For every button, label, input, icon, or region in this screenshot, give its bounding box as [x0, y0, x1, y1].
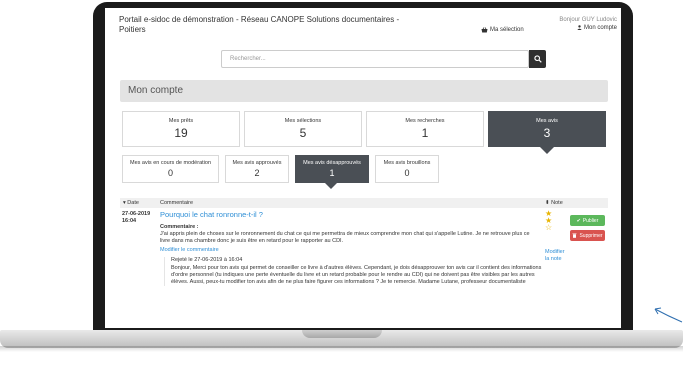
stat-label: Mes avis	[536, 118, 558, 124]
search-input[interactable]: Rechercher...	[221, 50, 529, 68]
publish-label: Publier	[582, 217, 599, 224]
my-selection-label: Ma sélection	[490, 27, 524, 33]
review-title-link[interactable]: Pourquoi le chat ronronne-t-il ?	[160, 210, 263, 219]
page-title: Mon compte	[120, 80, 608, 102]
browser-screen: Portail e-sidoc de démonstration - Résea…	[105, 8, 621, 328]
active-subtab-pointer	[325, 183, 337, 189]
stat-searches[interactable]: Mes recherches 1	[366, 111, 484, 147]
site-title[interactable]: Portail e-sidoc de démonstration - Résea…	[119, 15, 409, 35]
review-date-day: 27-06-2019	[122, 211, 151, 217]
sort-icon: ▾	[123, 200, 126, 206]
subtab-value: 0	[167, 168, 173, 178]
edit-comment-link[interactable]: Modifier le commentaire	[160, 247, 219, 253]
stat-value: 5	[299, 126, 307, 140]
basket-icon	[481, 27, 488, 33]
user-greeting: Bonjour GUY Ludovic	[559, 17, 617, 23]
rating-stars: ★ ★ ☆	[545, 210, 559, 232]
subtab-label: Mes avis désapprouvés	[303, 160, 361, 166]
review-date-time: 16:04	[122, 218, 137, 224]
subtab-disapproved[interactable]: Mes avis désapprouvés 1	[295, 155, 369, 183]
star-icon: ☆	[545, 223, 553, 232]
col-rating[interactable]: ⬍ Note	[545, 200, 563, 206]
subtab-label: Mes avis approuvés	[232, 160, 282, 166]
col-rating-label: Note	[551, 200, 563, 206]
stat-value: 3	[543, 126, 551, 140]
rejection-message: Rejeté le 27-06-2019 à 16:04 Bonjour, Me…	[164, 257, 542, 286]
user-box: Bonjour GUY Ludovic Mon compte	[541, 16, 617, 32]
my-selection-link[interactable]: Ma sélection	[481, 27, 524, 33]
table-row: 27-06-2019 16:04 Pourquoi le chat ronron…	[120, 209, 608, 321]
stat-value: 1	[421, 126, 429, 140]
search-icon	[533, 55, 542, 63]
review-date: 27-06-2019 16:04	[122, 211, 156, 225]
stat-loans[interactable]: Mes prêts 19	[122, 111, 240, 147]
col-date-label: Date	[127, 200, 139, 206]
active-tab-pointer	[540, 147, 554, 154]
delete-button[interactable]: Supprimer	[570, 230, 605, 241]
stat-value: 19	[174, 126, 188, 140]
delete-label: Supprimer	[579, 232, 603, 239]
subtab-value: 0	[404, 168, 410, 178]
sort-icon: ⬍	[545, 200, 550, 206]
stat-selections[interactable]: Mes sélections 5	[244, 111, 362, 147]
subtab-drafts[interactable]: Mes avis brouillons 0	[375, 155, 439, 183]
user-icon	[577, 24, 583, 30]
laptop-notch	[302, 330, 382, 338]
laptop-shadow	[0, 346, 683, 352]
stat-label: Mes sélections	[284, 118, 322, 124]
arrow-doodle	[654, 307, 683, 323]
subtab-approved[interactable]: Mes avis approuvés 2	[225, 155, 289, 183]
subtab-label: Mes avis brouillons	[383, 160, 431, 166]
my-account-label: Mon compte	[583, 25, 617, 31]
subtab-label: Mes avis en cours de modération	[129, 160, 211, 166]
stat-reviews[interactable]: Mes avis 3	[488, 111, 606, 147]
comment-text: J'ai appris plein de choses sur le ronro…	[160, 231, 530, 244]
check-icon: ✔	[576, 217, 581, 224]
col-date[interactable]: ▾ Date	[123, 200, 139, 206]
my-account-link[interactable]: Mon compte	[541, 24, 617, 32]
search-button[interactable]	[529, 50, 546, 68]
table-header: ▾ Date Commentaire ⬍ Note	[120, 198, 608, 208]
rejection-text: Bonjour, Merci pour ton avis qui permet …	[171, 265, 542, 285]
col-comment[interactable]: Commentaire	[160, 200, 193, 206]
edit-rating-link[interactable]: Modifier la note	[545, 249, 569, 263]
subtab-value: 2	[254, 168, 260, 178]
publish-button[interactable]: ✔ Publier	[570, 215, 605, 226]
stat-label: Mes prêts	[168, 118, 194, 124]
rejection-label: Rejeté le 27-06-2019 à 16:04	[171, 257, 243, 263]
stat-label: Mes recherches	[405, 118, 445, 124]
subtab-value: 1	[329, 168, 335, 178]
trash-icon	[572, 233, 577, 238]
comment-label: Commentaire :	[160, 224, 199, 230]
subtab-pending[interactable]: Mes avis en cours de modération 0	[122, 155, 219, 183]
